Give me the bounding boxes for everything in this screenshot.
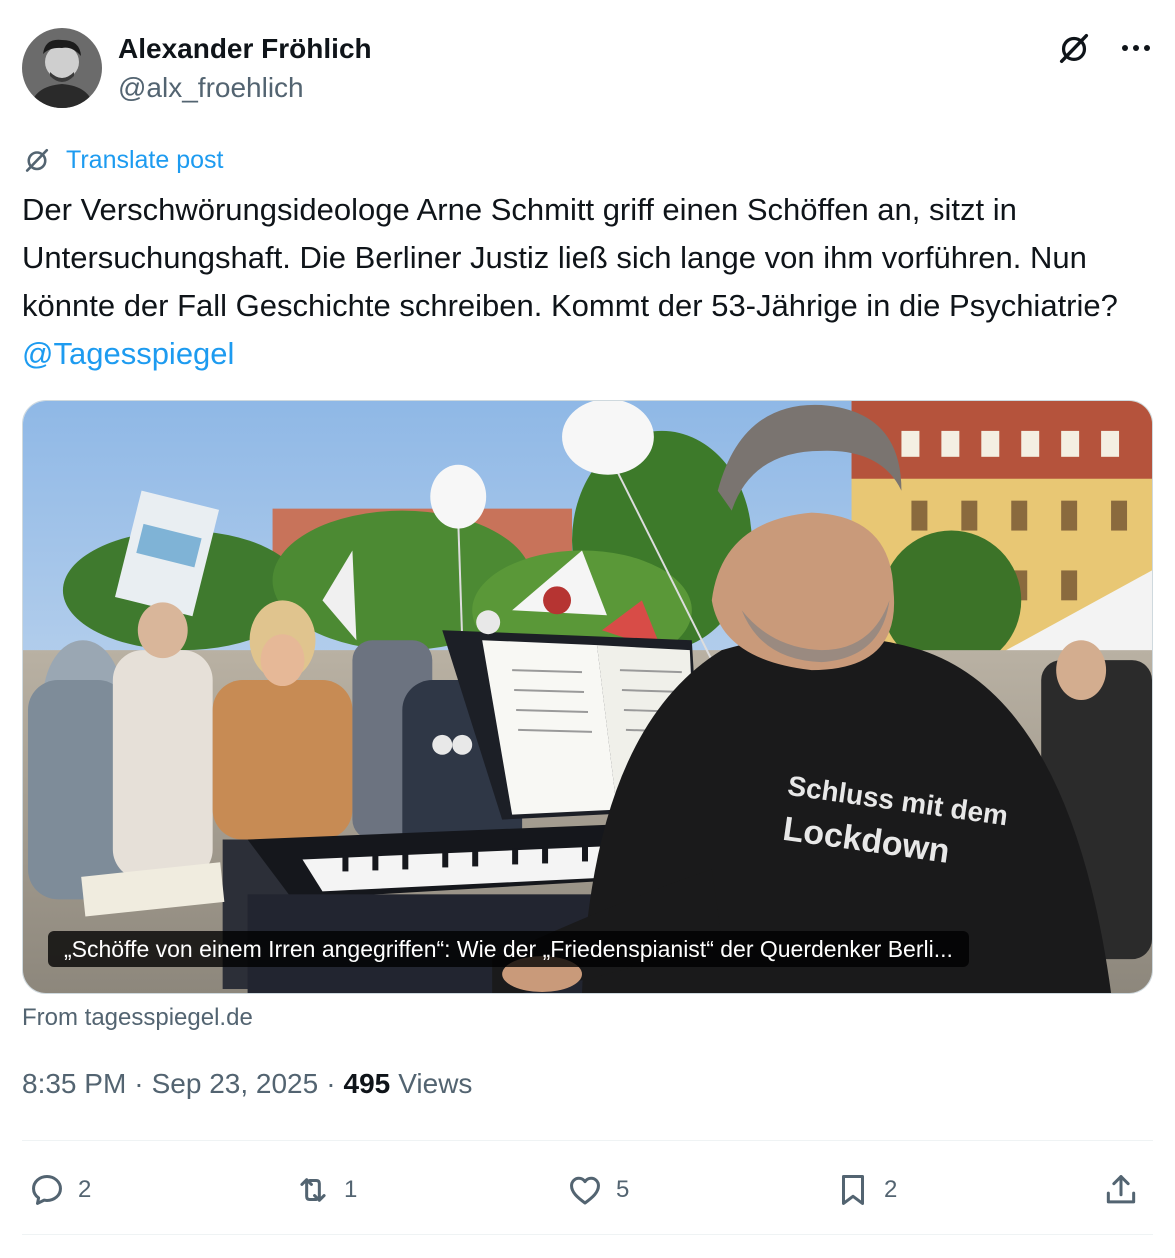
repost-button[interactable]: 1	[294, 1160, 357, 1220]
post-body: Der Verschwörungsideologe Arne Schmitt g…	[22, 192, 1118, 323]
repost-count: 1	[344, 1176, 358, 1203]
grok-translate-icon	[25, 148, 49, 172]
reply-button[interactable]: 2	[28, 1160, 91, 1220]
bookmark-button[interactable]: 2	[834, 1160, 897, 1220]
like-button[interactable]: 5	[566, 1160, 629, 1220]
divider	[22, 1234, 1153, 1235]
author-handle[interactable]: @alx_froehlich	[118, 71, 372, 105]
post-header: Alexander Fröhlich @alx_froehlich	[22, 28, 1153, 108]
post-meta: 8:35 PM · Sep 23, 2025 · 495 Views	[22, 1068, 472, 1100]
link-card[interactable]: Schluss mit dem Lockdown „Schöffe von ei…	[22, 400, 1153, 994]
header-actions	[1055, 28, 1153, 68]
heart-icon	[570, 1176, 600, 1205]
reply-count: 2	[78, 1176, 92, 1203]
avatar[interactable]	[22, 28, 102, 108]
action-bar: 2 1 5 2	[22, 1160, 1153, 1220]
views-label: Views	[398, 1068, 473, 1099]
bookmark-icon	[841, 1175, 865, 1205]
views-count: 495	[343, 1068, 391, 1099]
post-time[interactable]: 8:35 PM	[22, 1068, 126, 1100]
card-source[interactable]: From tagesspiegel.de	[22, 1004, 253, 1032]
reply-icon	[32, 1175, 62, 1205]
grok-icon[interactable]	[1055, 29, 1093, 67]
meta-separator: ·	[134, 1068, 144, 1099]
divider	[22, 1140, 1153, 1141]
article-photo: Schluss mit dem Lockdown	[23, 401, 1152, 993]
bookmark-count: 2	[884, 1176, 898, 1203]
like-count: 5	[616, 1176, 630, 1203]
card-title: „Schöffe von einem Irren angegriffen“: W…	[48, 931, 969, 967]
share-button[interactable]	[1102, 1160, 1140, 1220]
post-date[interactable]: Sep 23, 2025	[152, 1068, 319, 1100]
more-icon[interactable]	[1119, 31, 1153, 65]
mention-link[interactable]: @Tagesspiegel	[22, 336, 234, 371]
author-name[interactable]: Alexander Fröhlich	[118, 32, 372, 66]
meta-separator: ·	[326, 1068, 336, 1099]
author-info: Alexander Fröhlich @alx_froehlich	[118, 32, 372, 105]
translate-post[interactable]: Translate post	[22, 142, 223, 178]
repost-icon	[300, 1178, 326, 1202]
post-text: Der Verschwörungsideologe Arne Schmitt g…	[22, 186, 1162, 378]
share-icon	[1106, 1175, 1136, 1204]
translate-label: Translate post	[66, 145, 224, 174]
